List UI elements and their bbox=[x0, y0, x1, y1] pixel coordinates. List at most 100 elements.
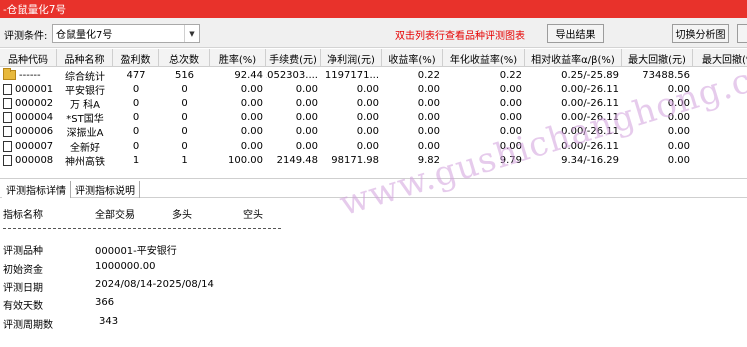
cell-text: 0.00 bbox=[295, 126, 318, 138]
detail-label: 初始资金 bbox=[3, 265, 43, 276]
cell-text: 0.00 bbox=[499, 97, 522, 109]
cell-text: *ST国华 bbox=[66, 114, 104, 125]
table-cell: 1052303.... bbox=[266, 68, 321, 82]
cell-text: 98171.98 bbox=[331, 154, 379, 166]
detail-value: 366 bbox=[95, 297, 115, 308]
table-cell: 0.00 bbox=[382, 111, 443, 125]
cell-text: 100.00 bbox=[228, 154, 263, 166]
table-cell: 477 bbox=[113, 68, 159, 82]
condition-select[interactable]: 仓鼠量化7号 ▼ bbox=[52, 24, 200, 43]
table-cell: 0.00/-26.11 bbox=[525, 125, 622, 139]
cell-text: 0.00 bbox=[667, 140, 690, 152]
table-cell bbox=[693, 96, 747, 110]
cell-text: 0.00 bbox=[240, 140, 263, 152]
cell-text: 0.00 bbox=[356, 83, 379, 95]
table-cell: 0.00 bbox=[443, 96, 525, 110]
chevron-down-icon[interactable]: ▼ bbox=[184, 25, 199, 42]
cell-text: 9.82 bbox=[417, 154, 440, 166]
cell-text: 0.00 bbox=[295, 140, 318, 152]
overflow-button[interactable] bbox=[737, 24, 747, 43]
cell-text: 000001 bbox=[15, 83, 54, 95]
cell-text: 477 bbox=[126, 69, 146, 81]
table-cell: 0.25/-25.89 bbox=[525, 68, 622, 82]
folder-icon bbox=[3, 68, 16, 80]
table-cell: 516 bbox=[159, 68, 210, 82]
column-header[interactable]: 最大回撤(%) bbox=[693, 49, 747, 67]
table-cell: 9.34/-16.29 bbox=[525, 153, 622, 167]
column-header[interactable]: 年化收益率(%) bbox=[443, 49, 525, 67]
column-header[interactable]: 胜率(%) bbox=[210, 49, 266, 67]
tab-metric-explanation[interactable]: 评测指标说明 bbox=[71, 181, 140, 198]
table-row[interactable]: 000001 平安银行 0 0 0.00 0.00 0.00 0.00 0.00 0.00/-26… bbox=[0, 82, 747, 96]
cell-text: 0.00/-26.11 bbox=[561, 126, 619, 138]
cell-text: 73488.56 bbox=[642, 69, 690, 81]
table-cell: 神州高铁 bbox=[57, 153, 113, 168]
detail-label: 评测周期数 bbox=[3, 320, 53, 331]
table-cell: 0.00 bbox=[266, 139, 321, 153]
export-results-button[interactable]: 导出结果 bbox=[547, 24, 604, 43]
table-row[interactable]: ------ 综合统计 477 516 92.44 1052303.... 1197171.… bbox=[0, 68, 747, 82]
cell-text: 0.00 bbox=[295, 97, 318, 109]
cell-text: 0 bbox=[132, 112, 140, 124]
column-header[interactable]: 品种名称 bbox=[57, 49, 113, 67]
table-cell bbox=[693, 153, 747, 167]
detail-label: 评测日期 bbox=[3, 283, 43, 294]
cell-text: 1 bbox=[132, 154, 140, 166]
doc-icon bbox=[3, 83, 12, 95]
table-cell: 平安银行 bbox=[57, 82, 113, 97]
cell-text: 0.00 bbox=[499, 126, 522, 138]
column-header[interactable]: 相对收益率α/β(%) bbox=[525, 49, 622, 67]
detail-header-all: 全部交易 bbox=[95, 210, 135, 221]
table-cell: 0.00/-26.11 bbox=[525, 111, 622, 125]
column-header[interactable]: 净利润(元) bbox=[321, 49, 382, 67]
tab-metric-details[interactable]: 评测指标详情 bbox=[2, 181, 71, 198]
cell-text: 0.00 bbox=[667, 154, 690, 166]
cell-text: 深振业A bbox=[66, 128, 104, 139]
table-row[interactable]: 000002 万 科A 0 0 0.00 0.00 0.00 0.00 0.00 0.00/-26… bbox=[0, 96, 747, 110]
cell-text: 0.00 bbox=[240, 112, 263, 124]
cell-text: 0.00 bbox=[417, 140, 440, 152]
double-click-hint: 双击列表行查看品种评测图表 bbox=[395, 31, 525, 42]
column-header[interactable]: 最大回撤(元) bbox=[622, 49, 693, 67]
detail-separator bbox=[3, 228, 281, 229]
table-cell: 0.00 bbox=[443, 82, 525, 96]
condition-select-value: 仓鼠量化7号 bbox=[56, 30, 113, 41]
table-cell: 0.00 bbox=[210, 125, 266, 139]
table-row[interactable]: 000008 神州高铁 1 1 100.00 2149.48 98171.98 9.82 9.7… bbox=[0, 153, 747, 167]
cell-text: 0.00/-26.11 bbox=[561, 112, 619, 124]
column-header[interactable]: 总次数 bbox=[159, 49, 210, 67]
table-cell: 0.00 bbox=[622, 82, 693, 96]
table-cell bbox=[693, 111, 747, 125]
table-cell: 92.44 bbox=[210, 68, 266, 82]
results-table[interactable]: 品种代码 品种名称 盈利数 总次数 胜率(%) 手续费(元) 净利润(元) 收益… bbox=[0, 49, 747, 173]
table-cell: 0.00 bbox=[443, 139, 525, 153]
table-cell: 0.00 bbox=[382, 82, 443, 96]
table-cell: 0.00 bbox=[266, 82, 321, 96]
table-row[interactable]: 000004 *ST国华 0 0 0.00 0.00 0.00 0.00 0.00 0.00/-2… bbox=[0, 111, 747, 125]
cell-text: 0.00 bbox=[356, 140, 379, 152]
cell-text: 综合统计 bbox=[65, 71, 105, 83]
table-cell: 0 bbox=[113, 111, 159, 125]
toolbar: 评测条件: 仓鼠量化7号 ▼ 双击列表行查看品种评测图表 导出结果 切换分析图 bbox=[0, 18, 747, 48]
column-header[interactable]: 品种代码 bbox=[0, 49, 57, 67]
cell-text: 0.00 bbox=[667, 126, 690, 138]
table-cell: 9.82 bbox=[382, 153, 443, 167]
table-row[interactable]: 000006 深振业A 0 0 0.00 0.00 0.00 0.00 0.00 0.00/-26… bbox=[0, 125, 747, 139]
detail-value: 343 bbox=[99, 316, 119, 327]
column-header[interactable]: 收益率(%) bbox=[382, 49, 443, 67]
table-cell: 0.00 bbox=[210, 111, 266, 125]
cell-text: 0.00 bbox=[499, 140, 522, 152]
table-cell: 1 bbox=[159, 153, 210, 167]
column-header[interactable]: 手续费(元) bbox=[266, 49, 321, 67]
table-cell: 0 bbox=[159, 125, 210, 139]
table-cell: 0.00 bbox=[622, 153, 693, 167]
cell-text: 0 bbox=[132, 140, 140, 152]
table-cell: 2149.48 bbox=[266, 153, 321, 167]
cell-text: 0.00 bbox=[240, 83, 263, 95]
cell-text: 516 bbox=[174, 69, 195, 81]
table-cell: 0 bbox=[159, 82, 210, 96]
column-header[interactable]: 盈利数 bbox=[113, 49, 159, 67]
table-row[interactable]: 000007 全新好 0 0 0.00 0.00 0.00 0.00 0.00 0.00/-26.… bbox=[0, 139, 747, 153]
table-cell: *ST国华 bbox=[57, 111, 113, 125]
switch-chart-button[interactable]: 切换分析图 bbox=[672, 24, 729, 43]
